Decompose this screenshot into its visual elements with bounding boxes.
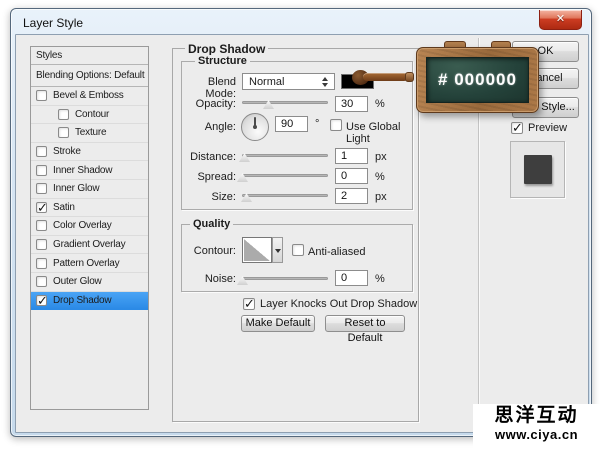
preview-label: Preview xyxy=(528,122,567,134)
contour-thumbnail xyxy=(244,239,270,261)
size-label: Size: xyxy=(182,191,236,203)
checkbox-gradient-overlay[interactable] xyxy=(36,239,47,250)
checkbox-inner-glow[interactable] xyxy=(36,183,47,194)
sidebar-item-pattern-overlay[interactable]: Pattern Overlay xyxy=(31,254,148,273)
distance-unit: px xyxy=(375,151,387,163)
quality-group: Quality Contour: Anti-aliased Noise: 0 % xyxy=(181,224,413,292)
structure-group: Structure Blend Mode: Normal Opacity: 30… xyxy=(181,61,413,210)
checkbox-inner-shadow[interactable] xyxy=(36,165,47,176)
sidebar-item-bevel-emboss[interactable]: Bevel & Emboss xyxy=(31,87,148,106)
checkbox-color-overlay[interactable] xyxy=(36,220,47,231)
styles-list-header: Styles xyxy=(31,47,148,65)
knockout-row: Layer Knocks Out Drop Shadow xyxy=(243,298,417,310)
layer-knocks-out-label: Layer Knocks Out Drop Shadow xyxy=(260,298,417,310)
angle-unit: ° xyxy=(315,118,319,130)
spread-unit: % xyxy=(375,171,385,183)
distance-input[interactable]: 1 xyxy=(335,148,368,164)
spread-label: Spread: xyxy=(182,171,236,183)
blend-mode-select[interactable]: Normal xyxy=(242,73,335,90)
distance-label: Distance: xyxy=(182,151,236,163)
watermark-url: www.ciya.cn xyxy=(473,427,600,442)
quality-legend: Quality xyxy=(190,218,233,230)
sidebar-item-drop-shadow[interactable]: Drop Shadow xyxy=(31,292,148,311)
titlebar[interactable]: Layer Style ✕ xyxy=(11,9,591,34)
sidebar-item-contour[interactable]: Contour xyxy=(31,106,148,125)
checkbox-outer-glow[interactable] xyxy=(36,276,47,287)
layer-knocks-out-checkbox[interactable] xyxy=(243,298,255,310)
use-global-light-label: Use Global Light xyxy=(346,121,412,145)
noise-slider-track[interactable] xyxy=(242,277,328,280)
styles-list: Styles Blending Options: Default Bevel &… xyxy=(30,46,149,410)
preview-checkbox[interactable] xyxy=(511,122,523,134)
spread-input[interactable]: 0 xyxy=(335,168,368,184)
opacity-label: Opacity: xyxy=(182,98,236,110)
noise-unit: % xyxy=(375,273,385,285)
close-icon: ✕ xyxy=(556,13,565,25)
contour-label: Contour: xyxy=(182,245,236,257)
opacity-input[interactable]: 30 xyxy=(335,96,368,112)
size-input[interactable]: 2 xyxy=(335,188,368,204)
checkbox-pattern-overlay[interactable] xyxy=(36,258,47,269)
noise-input[interactable]: 0 xyxy=(335,270,368,286)
angle-center-dot xyxy=(253,125,257,129)
sidebar-item-satin[interactable]: Satin xyxy=(31,199,148,218)
stepper-arrows-icon xyxy=(322,77,329,87)
size-slider-track[interactable] xyxy=(242,194,328,197)
make-default-button[interactable]: Make Default xyxy=(241,315,315,332)
paintbrush-cap xyxy=(405,72,414,82)
checkbox-texture[interactable] xyxy=(58,127,69,138)
dialog-title: Layer Style xyxy=(23,16,83,30)
angle-label: Angle: xyxy=(182,121,236,133)
close-button[interactable]: ✕ xyxy=(539,10,582,30)
watermark: 思洋互动 www.ciya.cn xyxy=(473,404,600,449)
structure-legend: Structure xyxy=(195,55,250,67)
checkbox-stroke[interactable] xyxy=(36,146,47,157)
panel-title: Drop Shadow xyxy=(185,42,268,56)
distance-slider-track[interactable] xyxy=(242,154,328,157)
angle-dial[interactable] xyxy=(241,113,269,141)
chevron-down-icon xyxy=(275,249,281,253)
chalkboard-overlay: # 000000 xyxy=(416,40,543,117)
reset-to-default-button[interactable]: Reset to Default xyxy=(325,315,405,332)
contour-dropdown-arrow[interactable] xyxy=(272,237,283,263)
sidebar-item-stroke[interactable]: Stroke xyxy=(31,143,148,162)
blend-mode-label: Blend Mode: xyxy=(182,76,236,100)
style-preview-box xyxy=(510,141,565,198)
contour-picker[interactable] xyxy=(242,237,272,263)
style-preview-swatch xyxy=(524,155,552,184)
anti-aliased-label: Anti-aliased xyxy=(308,246,365,258)
sidebar-item-inner-glow[interactable]: Inner Glow xyxy=(31,180,148,199)
size-unit: px xyxy=(375,191,387,203)
opacity-slider-track[interactable] xyxy=(242,101,328,104)
preview-row: Preview xyxy=(511,122,567,134)
chalkboard-surface: # 000000 xyxy=(426,57,529,103)
sidebar-item-outer-glow[interactable]: Outer Glow xyxy=(31,273,148,292)
anti-aliased-checkbox[interactable] xyxy=(292,244,304,256)
drop-shadow-panel: Drop Shadow Structure Blend Mode: Normal… xyxy=(172,48,419,422)
sidebar-item-inner-shadow[interactable]: Inner Shadow xyxy=(31,161,148,180)
sidebar-item-blending-options[interactable]: Blending Options: Default xyxy=(31,65,148,87)
watermark-brand: 思洋互动 xyxy=(473,404,600,427)
opacity-unit: % xyxy=(375,98,385,110)
paintbrush-handle xyxy=(363,73,408,81)
noise-label: Noise: xyxy=(182,273,236,285)
sidebar-item-texture[interactable]: Texture xyxy=(31,124,148,143)
sidebar-item-gradient-overlay[interactable]: Gradient Overlay xyxy=(31,236,148,255)
blend-mode-value: Normal xyxy=(249,76,284,88)
use-global-light-checkbox[interactable] xyxy=(330,119,342,131)
chalkboard-frame: # 000000 xyxy=(416,47,539,113)
screenshot-stage: Layer Style ✕ Styles Blending Options: D… xyxy=(0,0,600,449)
hex-color-text: # 000000 xyxy=(438,70,517,90)
checkbox-drop-shadow[interactable] xyxy=(36,295,47,306)
sidebar-item-color-overlay[interactable]: Color Overlay xyxy=(31,217,148,236)
checkbox-satin[interactable] xyxy=(36,202,47,213)
angle-input[interactable]: 90 xyxy=(275,116,308,132)
checkbox-contour[interactable] xyxy=(58,109,69,120)
spread-slider-track[interactable] xyxy=(242,174,328,177)
checkbox-bevel-emboss[interactable] xyxy=(36,90,47,101)
